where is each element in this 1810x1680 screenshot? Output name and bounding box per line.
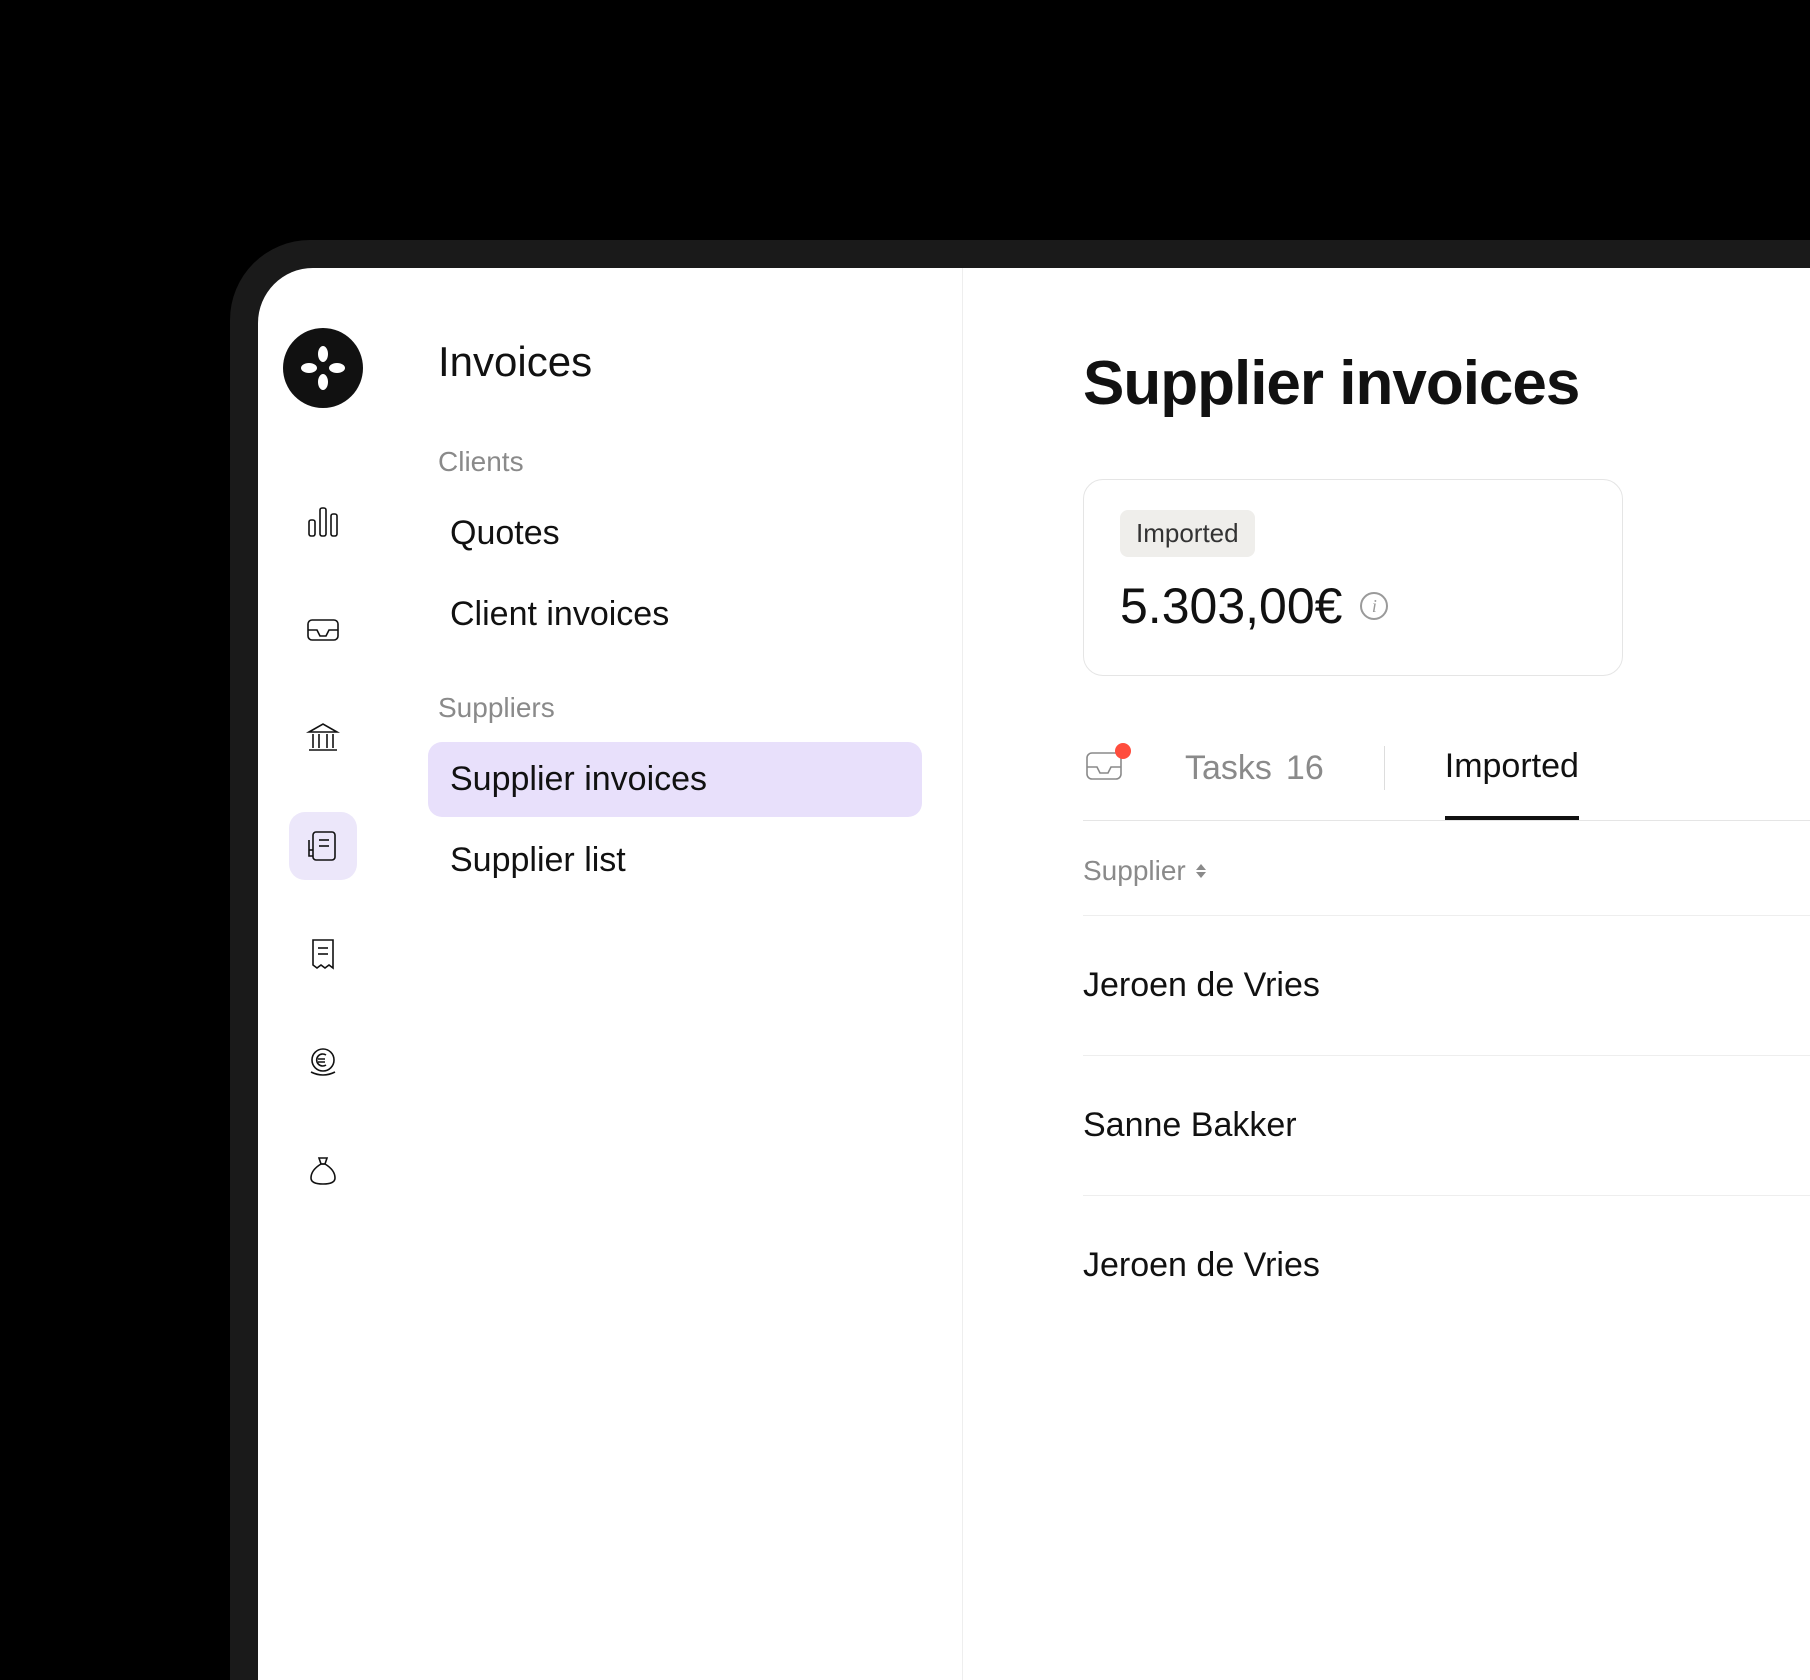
main-content: Supplier invoices Imported 5.303,00€ i: [963, 268, 1810, 1680]
summary-value: 5.303,00€ i: [1120, 577, 1586, 635]
tab-tasks-label: Tasks: [1185, 749, 1272, 788]
summary-card-imported: Imported 5.303,00€ i: [1083, 479, 1623, 676]
icon-rail: [258, 268, 388, 1680]
subnav-item-supplier-list[interactable]: Supplier list: [428, 823, 922, 898]
column-supplier-label: Supplier: [1083, 855, 1186, 887]
logo-icon: [301, 346, 345, 390]
row-supplier: Jeroen de Vries: [1083, 966, 1320, 1004]
table-row[interactable]: Sanne Bakker: [1083, 1056, 1810, 1196]
app-logo[interactable]: [283, 328, 363, 408]
subnav-item-client-invoices[interactable]: Client invoices: [428, 577, 922, 652]
nav-analytics[interactable]: [289, 488, 357, 556]
table-row[interactable]: Jeroen de Vries: [1083, 1196, 1810, 1335]
tab-tasks-count: 16: [1286, 749, 1324, 788]
subnav-group-suppliers: Suppliers: [438, 692, 922, 724]
row-supplier: Jeroen de Vries: [1083, 1246, 1320, 1284]
tabs-bar: Tasks 16 Imported: [1083, 746, 1810, 821]
euro-coin-icon: [303, 1042, 343, 1082]
nav-invoices[interactable]: [289, 812, 357, 880]
bar-chart-icon: [303, 502, 343, 542]
tab-tasks[interactable]: Tasks 16: [1185, 749, 1324, 818]
info-icon[interactable]: i: [1360, 592, 1388, 620]
tab-inbox[interactable]: [1083, 747, 1125, 820]
table-row[interactable]: Jeroen de Vries: [1083, 916, 1810, 1056]
invoice-icon: [303, 826, 343, 866]
subnav-item-quotes[interactable]: Quotes: [428, 496, 922, 571]
tab-separator: [1384, 746, 1385, 790]
row-supplier: Sanne Bakker: [1083, 1106, 1297, 1144]
receipt-icon: [303, 934, 343, 974]
sort-icon: [1196, 864, 1206, 878]
device-frame: Invoices Clients Quotes Client invoices …: [230, 240, 1810, 1680]
nav-receipts[interactable]: [289, 920, 357, 988]
nav-bank[interactable]: [289, 704, 357, 772]
inbox-icon: [303, 610, 343, 650]
nav-taxes[interactable]: [289, 1136, 357, 1204]
table-header: Supplier: [1083, 821, 1810, 916]
page-title: Supplier invoices: [1083, 348, 1810, 419]
nav-inbox[interactable]: [289, 596, 357, 664]
summary-amount: 5.303,00€: [1120, 577, 1342, 635]
subnav-panel: Invoices Clients Quotes Client invoices …: [388, 268, 963, 1680]
notification-dot-icon: [1115, 743, 1131, 759]
bank-icon: [303, 718, 343, 758]
device-screen: Invoices Clients Quotes Client invoices …: [258, 268, 1810, 1680]
subnav-item-supplier-invoices[interactable]: Supplier invoices: [428, 742, 922, 817]
money-bag-icon: [303, 1150, 343, 1190]
subnav-group-clients: Clients: [438, 446, 922, 478]
subnav-title: Invoices: [428, 338, 922, 386]
nav-salary[interactable]: [289, 1028, 357, 1096]
column-header-supplier[interactable]: Supplier: [1083, 855, 1810, 887]
summary-badge: Imported: [1120, 510, 1255, 557]
tab-imported[interactable]: Imported: [1445, 747, 1579, 820]
tab-imported-label: Imported: [1445, 747, 1579, 786]
